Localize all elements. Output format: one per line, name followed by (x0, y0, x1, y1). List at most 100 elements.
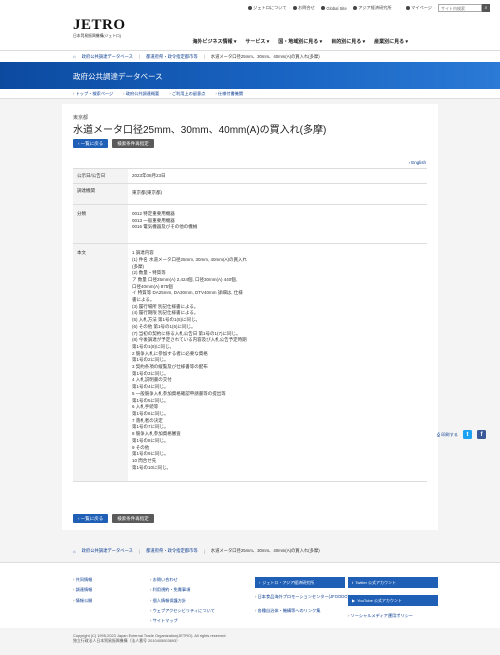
footer-link[interactable]: 利用規約・免責事項 (150, 587, 215, 593)
breadcrumb-item-prefecture[interactable]: 都道府県・政令指定都市等 (146, 54, 198, 60)
row-label: 本文 (73, 243, 128, 483)
body-line: (多摩) (132, 263, 144, 269)
gnav-by-industry[interactable]: 産業別に見る ▾ (374, 38, 408, 45)
row-label: 公示日/公告日 (73, 168, 128, 184)
footer-ide-button[interactable]: › ジェトロ・アジア経済研究所 (255, 577, 345, 588)
back-to-list-label: 一覧に戻る (80, 515, 104, 521)
body-line: 第1号の10に同じ。 (132, 464, 172, 470)
body-line: 8 競争入札参加資格審査 (132, 431, 181, 437)
footer-link[interactable]: サイトマップ (150, 618, 215, 624)
breadcrumb-item-database[interactable]: 政府公共調達データベース (82, 54, 133, 60)
body-line: 2 競争入札に参加する者に必要な資格 (132, 350, 208, 356)
utility-about-link[interactable]: ジェトロについて (247, 5, 287, 11)
body-line: 第1号の1(8)に同じ。 (132, 343, 175, 349)
twitter-icon: t (352, 580, 354, 585)
gnav-by-country[interactable]: 国・地域別に見る ▾ (278, 38, 322, 45)
utility-ide-link[interactable]: アジア経済研究所 (352, 5, 392, 11)
footer-link[interactable]: 情報公開 (73, 598, 93, 604)
table-row: 分類 0012 特定重要用機器 0013 一般重要用機器 0016 電気機器及び… (73, 203, 427, 245)
back-to-list-label: 一覧に戻る (80, 140, 104, 146)
row-value: 東京都(東京都) (128, 183, 427, 205)
footer-link[interactable]: 個人情報保護方針 (150, 598, 215, 604)
footer-link[interactable]: お問い合わせ (150, 577, 215, 583)
twitter-account-label: Twitter 公式アカウント (355, 579, 397, 585)
search-again-button-bottom[interactable]: 検索条件再指定 (112, 514, 154, 523)
chevron-right-icon: › (259, 580, 261, 585)
info-icon (247, 6, 252, 10)
search-icon[interactable]: ⌕ (482, 4, 490, 12)
social-policy-link[interactable]: ソーシャルメディア運用ポリシー (348, 613, 413, 619)
body-line: 第1号の6に同じ。 (132, 410, 169, 416)
gnav-by-purpose[interactable]: 目的別に見る ▾ (331, 38, 365, 45)
banner-title: 政府公共調達データベース (73, 72, 163, 81)
home-icon[interactable]: ⌂ (73, 54, 76, 59)
breadcrumb-current: 水道メータ口径25mm、30mm、40mm(A)の買入れ(多摩) (210, 548, 320, 553)
agency-value: 東京都(東京都) (132, 190, 162, 195)
back-to-list-button[interactable]: ‹ 一覧に戻る (73, 139, 109, 148)
twitter-share-icon[interactable]: t (463, 430, 472, 439)
subnav-overview[interactable]: 政府公共調達概要 (123, 91, 160, 97)
twitter-account-button[interactable]: t Twitter 公式アカウント (348, 577, 438, 588)
body-line: 5 一般競争入札参加資格確認申請書等の提出等 (132, 390, 226, 396)
breadcrumb: ⌂ 政府公共調達データベース | 都道府県・政令指定都市等 | 水道メータ口径2… (0, 50, 500, 62)
youtube-icon: ▶ (352, 598, 356, 603)
mail-icon (292, 6, 297, 10)
gnav-overseas-business[interactable]: 海外ビジネス情報 ▾ (192, 38, 236, 45)
youtube-account-button[interactable]: ▶ YouTube 公式アカウント (348, 595, 438, 606)
body-line: 1 調達内容 (132, 250, 154, 256)
footer-link[interactable]: 共同情報 (73, 577, 93, 583)
utility-global-link[interactable]: Global Site (320, 6, 347, 11)
row-label: 分類 (73, 203, 128, 245)
body-line: (1) 件名 水道メータ口径25mm, 30mm, 40mm(A)の買入れ (132, 256, 248, 262)
english-link[interactable]: › English (408, 160, 426, 165)
global-nav: 海外ビジネス情報 ▾ サービス ▾ 国・地域別に見る ▾ 目的別に見る ▾ 産業… (192, 38, 408, 45)
breadcrumb-item-database[interactable]: 政府公共調達データベース (82, 548, 133, 554)
utility-about-label: ジェトロについて (253, 5, 287, 10)
footer-jfoodo-link[interactable]: 日本食品海外プロモーションセンター(JFOODO) (255, 594, 349, 600)
search-input[interactable] (438, 4, 482, 12)
utility-nav: ジェトロについて お問合せ Global Site アジア経済研究所 マイページ… (247, 4, 490, 12)
body-line: イ 特質等 DA25mm, DA30mm, DTV40mm 詳細は, 仕様 (132, 290, 243, 296)
body-line: 6 入札手続等 (132, 404, 159, 410)
body-line: 10 問合せ先 (132, 457, 157, 463)
gnav-services[interactable]: サービス ▾ (245, 38, 269, 45)
book-icon (352, 6, 357, 10)
utility-contact-link[interactable]: お問合せ (292, 5, 315, 11)
search-again-button[interactable]: 検索条件再指定 (112, 139, 154, 148)
back-to-list-button-bottom[interactable]: ‹ 一覧に戻る (73, 514, 109, 523)
row-value: 2023年08月23日 (128, 168, 427, 184)
home-icon[interactable]: ⌂ (73, 549, 76, 554)
main-content: 東京都 水道メータ口径25mm、30mm、40mm(A)の買入れ(多摩) ‹ 一… (62, 104, 438, 530)
subnav-agencies[interactable]: 仕様付書機関 (215, 91, 243, 97)
detail-table: 公示日/公告日 2023年08月23日 調達機関 東京都(東京都) 分類 001… (73, 168, 427, 483)
section-banner: 政府公共調達データベース (0, 62, 500, 89)
english-label: English (411, 160, 426, 165)
print-icon: ⎙ (436, 432, 441, 437)
footer-link[interactable]: 調達情報 (73, 587, 93, 593)
facebook-share-icon[interactable]: f (477, 430, 486, 439)
body-line: ア 数量 口径25mm(A) 2,424個, 口径30mm(A) 440個, (132, 276, 238, 282)
date-value: 2023年08月23日 (132, 173, 166, 178)
copyright: Copyright (C) 1995-2023 Japan External T… (73, 633, 227, 643)
subnav-top-search[interactable]: トップ・検索ページ (73, 91, 114, 97)
breadcrumb-item-prefecture[interactable]: 都道府県・政令指定都市等 (146, 548, 198, 554)
footer-link[interactable]: ウェブアクセシビリティについて (150, 608, 215, 614)
body-line: 4 入札説明書の交付 (132, 377, 172, 383)
body-line: (8) 今後調達が予定されている内容及び入札公告予定時期 (132, 337, 247, 343)
body-line: 9 その他 (132, 444, 150, 450)
jetro-logo[interactable]: JETRO 日本貿易振興機構(ジェトロ) (73, 18, 126, 39)
body-line: 第1号の3に同じ。 (132, 370, 169, 376)
footer-links-link[interactable]: 各種自治体・機構等へのリンク集 (255, 608, 321, 614)
body-text: 1 調達内容 (1) 件名 水道メータ口径25mm, 30mm, 40mm(A)の… (128, 243, 427, 483)
category-item: 0012 特定重要用機器 (132, 211, 175, 216)
logo-subtext: 日本貿易振興機構(ジェトロ) (73, 34, 122, 38)
site-search: ⌕ (438, 4, 490, 12)
utility-ide-label: アジア経済研究所 (358, 5, 392, 10)
utility-mypage-link[interactable]: マイページ (405, 5, 432, 11)
utility-mypage-label: マイページ (411, 5, 432, 10)
breadcrumb-bottom: ⌂ 政府公共調達データベース | 都道府県・政令指定都市等 | 水道メータ口径2… (0, 545, 500, 557)
subnav-notes[interactable]: ご利用上の留意点 (169, 91, 206, 97)
youtube-account-label: YouTube 公式アカウント (357, 597, 402, 603)
print-button[interactable]: ⎙ 印刷する (437, 432, 458, 438)
body-line: (2) 数量・特質等 (132, 270, 166, 276)
